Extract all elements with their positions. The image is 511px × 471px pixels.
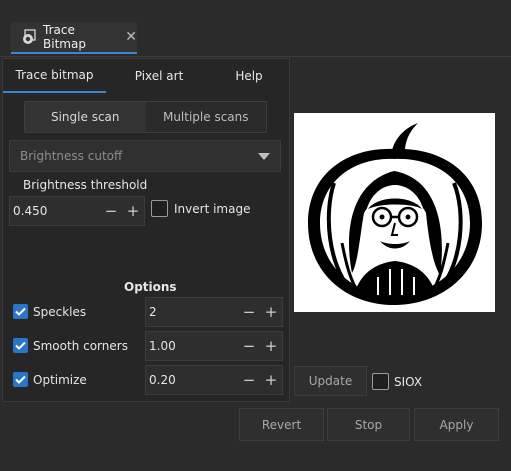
siox-toggle[interactable]: SIOX	[372, 373, 422, 390]
speckles-label: Speckles	[33, 304, 87, 319]
optimize-checkbox[interactable]	[13, 372, 28, 387]
plus-icon[interactable]: +	[260, 337, 282, 355]
update-button[interactable]: Update	[294, 366, 367, 396]
chevron-down-icon	[258, 152, 270, 160]
close-icon[interactable]: ✕	[125, 29, 137, 45]
detection-mode-dropdown[interactable]: Brightness cutoff	[9, 140, 281, 172]
brightness-threshold-value[interactable]: 0.450	[10, 204, 100, 218]
invert-image-toggle[interactable]: Invert image	[151, 200, 250, 217]
tab-help[interactable]: Help	[212, 59, 286, 93]
dock-tab-title: Trace Bitmap	[43, 23, 86, 51]
apply-button[interactable]: Apply	[414, 408, 499, 441]
tab-pixel-art[interactable]: Pixel art	[106, 59, 212, 93]
plus-icon[interactable]: +	[260, 371, 282, 389]
minus-icon[interactable]: −	[238, 337, 260, 355]
optimize-toggle[interactable]: Optimize	[13, 372, 87, 387]
invert-image-checkbox[interactable]	[151, 200, 168, 217]
tab-bar: Trace bitmap Pixel art Help	[3, 59, 289, 93]
minus-icon[interactable]: −	[238, 371, 260, 389]
brightness-threshold-stepper[interactable]: 0.450 − +	[9, 196, 145, 226]
multiple-scans-option[interactable]: Multiple scans	[145, 102, 266, 132]
revert-button[interactable]: Revert	[239, 408, 324, 441]
stop-button[interactable]: Stop	[327, 408, 410, 441]
minus-icon[interactable]: −	[238, 303, 260, 321]
siox-checkbox[interactable]	[372, 373, 389, 390]
speckles-toggle[interactable]: Speckles	[13, 304, 86, 319]
detection-mode-value: Brightness cutoff	[20, 149, 123, 163]
trace-preview-image	[294, 113, 495, 312]
siox-label: SIOX	[394, 374, 423, 389]
dock-tab-trace-bitmap[interactable]: Trace Bitmap ✕	[11, 22, 137, 54]
optimize-stepper[interactable]: 0.20 − +	[145, 365, 283, 395]
optimize-value[interactable]: 0.20	[146, 373, 238, 387]
smooth-corners-label: Smooth corners	[33, 338, 128, 353]
plus-icon[interactable]: +	[122, 202, 144, 220]
single-scan-option[interactable]: Single scan	[25, 102, 146, 132]
smooth-corners-stepper[interactable]: 1.00 − +	[145, 331, 283, 361]
minus-icon[interactable]: −	[100, 202, 122, 220]
invert-image-label: Invert image	[174, 201, 251, 216]
brightness-threshold-label: Brightness threshold	[23, 178, 148, 192]
speckles-stepper[interactable]: 2 − +	[145, 297, 283, 327]
tab-trace-bitmap[interactable]: Trace bitmap	[3, 59, 106, 93]
optimize-label: Optimize	[33, 372, 87, 387]
plus-icon[interactable]: +	[260, 303, 282, 321]
smooth-corners-toggle[interactable]: Smooth corners	[13, 338, 128, 353]
options-heading: Options	[124, 280, 177, 294]
smooth-corners-value[interactable]: 1.00	[146, 339, 238, 353]
trace-bitmap-icon	[21, 29, 37, 45]
speckles-value[interactable]: 2	[146, 305, 238, 319]
smooth-corners-checkbox[interactable]	[13, 338, 28, 353]
speckles-checkbox[interactable]	[13, 304, 28, 319]
scan-mode-switch: Single scan Multiple scans	[24, 101, 267, 133]
